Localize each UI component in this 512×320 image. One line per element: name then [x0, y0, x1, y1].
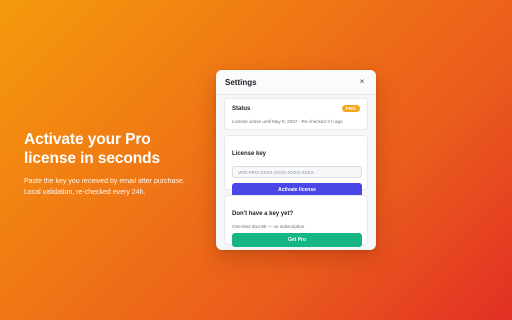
hero-section: Activate your Pro license in seconds Pas… — [24, 130, 214, 198]
hero-subtitle: Paste the key you received by email afte… — [24, 176, 214, 198]
get-pro-button[interactable]: Get Pro — [232, 233, 362, 247]
settings-header: Settings × — [216, 70, 376, 95]
status-card: Status PRO License active until May 8, 2… — [224, 98, 368, 130]
close-icon[interactable]: × — [356, 76, 368, 88]
status-label: Status — [232, 105, 251, 112]
hero-title-line-1: Activate your Pro — [24, 131, 151, 148]
buy-prompt: Don't have a key yet? — [232, 211, 294, 217]
hero-subtitle-line-2: Local validation, re-checked every 24h. — [24, 189, 146, 196]
license-status-text: License active until May 8, 2027 · Re-ch… — [232, 119, 343, 124]
settings-window: Settings × Status PRO License active unt… — [216, 70, 376, 250]
price-note: One-time $14.99 — no subscription. — [232, 224, 306, 229]
settings-title: Settings — [225, 77, 257, 87]
hero-subtitle-line-1: Paste the key you received by email afte… — [24, 178, 185, 185]
license-key-label: License key — [232, 151, 267, 157]
pro-badge: PRO — [341, 105, 360, 112]
hero-title: Activate your Pro license in seconds — [24, 130, 214, 168]
license-key-input[interactable] — [232, 166, 362, 178]
hero-title-line-2: license in seconds — [24, 150, 161, 167]
license-card: License key Activate license — [224, 135, 368, 197]
buy-card: Don't have a key yet? One-time $14.99 — … — [224, 195, 368, 247]
